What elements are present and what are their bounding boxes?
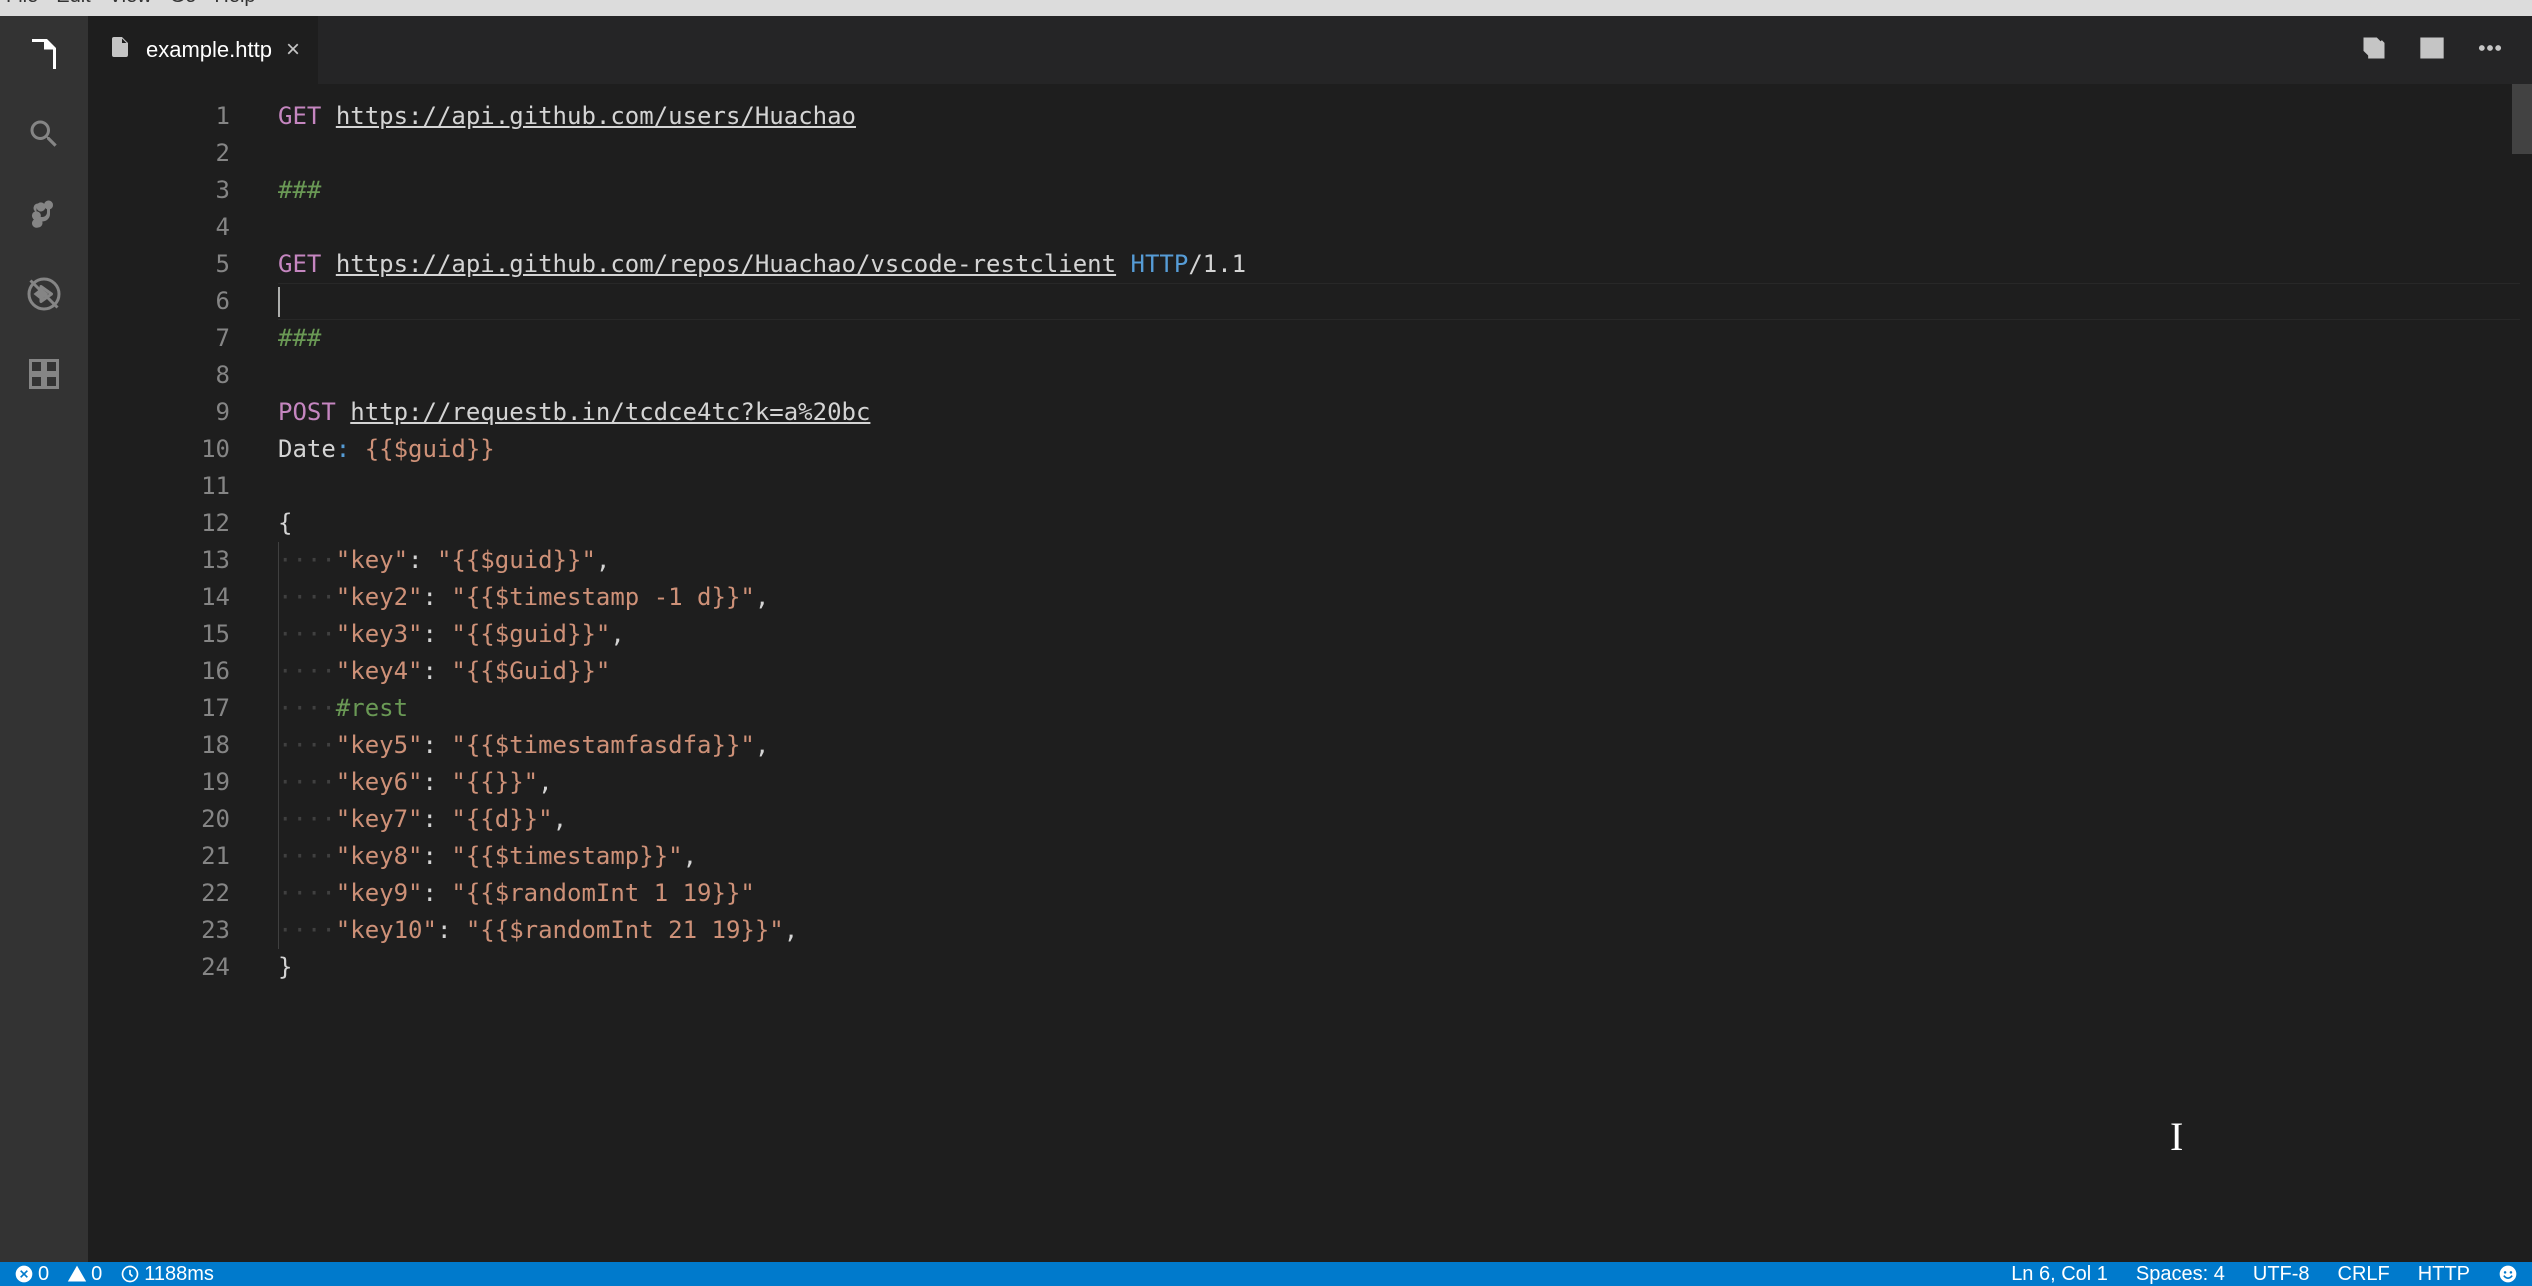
- tab-bar: example.http ×: [88, 16, 2532, 84]
- more-actions-icon[interactable]: [2476, 34, 2504, 67]
- open-changes-icon[interactable]: [2360, 34, 2388, 67]
- menu-view[interactable]: View: [109, 0, 152, 6]
- tab-filename: example.http: [146, 37, 272, 63]
- status-errors[interactable]: 0: [14, 1263, 49, 1286]
- workbench: example.http × 1234567891011121314151617…: [0, 16, 2532, 1262]
- menu-edit[interactable]: Edit: [56, 0, 90, 6]
- line-numbers: 123456789101112131415161718192021222324: [88, 84, 278, 1262]
- mouse-cursor-icon: I: [2170, 1118, 2183, 1155]
- text-editor[interactable]: 123456789101112131415161718192021222324 …: [88, 84, 2532, 1262]
- menu-file[interactable]: File: [6, 0, 38, 6]
- feedback-icon[interactable]: [2498, 1263, 2518, 1286]
- text-cursor: [278, 287, 280, 317]
- file-icon: [108, 35, 132, 65]
- tab-spacer: [318, 16, 2360, 84]
- editor-group: example.http × 1234567891011121314151617…: [88, 16, 2532, 1262]
- status-encoding[interactable]: UTF-8: [2253, 1263, 2310, 1286]
- scrollbar-thumb[interactable]: [2512, 84, 2532, 154]
- status-lncol[interactable]: Ln 6, Col 1: [2011, 1263, 2108, 1286]
- status-eol[interactable]: CRLF: [2338, 1263, 2390, 1286]
- status-language[interactable]: HTTP: [2418, 1263, 2470, 1286]
- menu-go[interactable]: Go: [170, 0, 197, 6]
- tab-example-http[interactable]: example.http ×: [88, 16, 318, 84]
- code-content[interactable]: GET https://api.github.com/users/Huachao…: [278, 84, 2532, 1262]
- search-icon[interactable]: [24, 114, 64, 154]
- scrollbar[interactable]: [2512, 84, 2532, 1262]
- close-icon[interactable]: ×: [286, 36, 300, 64]
- tab-actions: [2360, 16, 2532, 84]
- debug-icon[interactable]: [24, 274, 64, 314]
- status-warnings[interactable]: 0: [67, 1263, 102, 1286]
- source-control-icon[interactable]: [24, 194, 64, 234]
- extensions-icon[interactable]: [24, 354, 64, 394]
- explorer-icon[interactable]: [24, 34, 64, 74]
- status-spaces[interactable]: Spaces: 4: [2136, 1263, 2225, 1286]
- menu-help[interactable]: Help: [214, 0, 255, 6]
- split-editor-icon[interactable]: [2418, 34, 2446, 67]
- status-bar: 0 0 1188ms Ln 6, Col 1 Spaces: 4 UTF-8 C…: [0, 1262, 2532, 1286]
- status-time[interactable]: 1188ms: [120, 1263, 214, 1286]
- activity-bar: [0, 16, 88, 1262]
- menu-bar: File Edit View Go Help: [0, 0, 2532, 16]
